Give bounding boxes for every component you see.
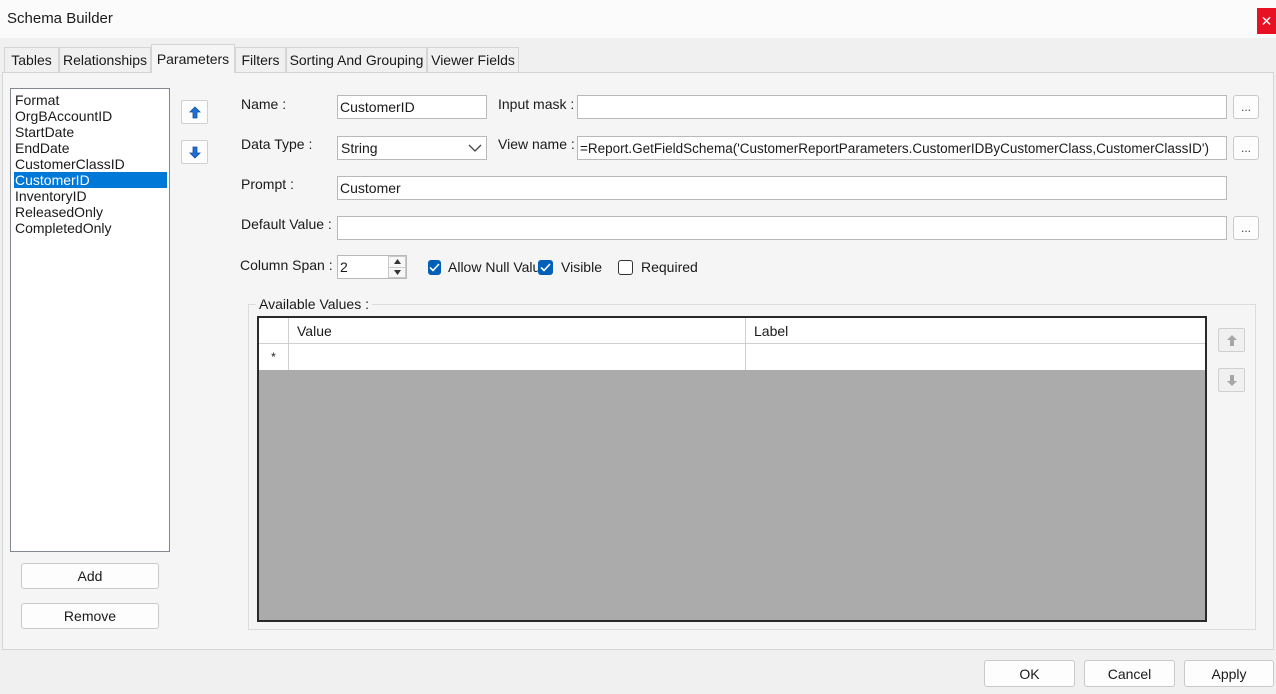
allow-null-checkbox[interactable]: Allow Null Value (428, 259, 540, 275)
view-name-label: View name : (498, 136, 575, 152)
view-name-browse-button[interactable]: ... (1233, 136, 1259, 160)
column-span-spinner[interactable] (388, 256, 406, 278)
data-type-label: Data Type : (241, 136, 313, 152)
list-item[interactable]: EndDate (14, 140, 167, 156)
title-bar (0, 0, 1276, 38)
list-item[interactable]: StartDate (14, 124, 167, 140)
move-up-button[interactable] (181, 100, 208, 124)
list-item[interactable]: CustomerClassID (14, 156, 167, 172)
tab-parameters[interactable]: Parameters (151, 44, 235, 73)
chevron-down-icon (468, 144, 482, 152)
column-header-label[interactable]: Label (746, 318, 1205, 344)
ok-button[interactable]: OK (984, 660, 1075, 687)
grid-header: Value Label (259, 318, 1205, 344)
tab-relationships[interactable]: Relationships (59, 47, 151, 72)
checkbox-checked (428, 259, 441, 275)
input-mask-browse-button[interactable]: ... (1233, 95, 1259, 119)
name-label: Name : (241, 96, 287, 112)
arrow-up-icon (1226, 334, 1237, 346)
new-row-marker: * (259, 344, 289, 370)
checkbox-checked (538, 259, 553, 275)
default-value-browse-button[interactable]: ... (1233, 216, 1259, 240)
check-icon (540, 262, 551, 272)
list-item[interactable]: ReleasedOnly (14, 204, 167, 220)
column-span-value: 2 (340, 259, 348, 275)
parameters-listbox[interactable]: Format OrgBAccountID StartDate EndDate C… (10, 88, 170, 552)
tab-tables[interactable]: Tables (4, 47, 59, 72)
list-item[interactable]: CompletedOnly (14, 220, 167, 236)
prompt-input[interactable]: Customer (337, 176, 1227, 200)
column-span-label: Column Span : (240, 257, 333, 273)
input-mask-label: Input mask : (498, 96, 575, 112)
spin-up-button[interactable] (388, 256, 406, 268)
arrow-up-icon (188, 105, 201, 118)
row-header-corner (259, 318, 289, 344)
grid-move-down-button[interactable] (1218, 368, 1245, 392)
value-cell[interactable] (289, 344, 746, 370)
spin-down-button[interactable] (388, 267, 406, 278)
column-header-value[interactable]: Value (289, 318, 746, 344)
checkbox-unchecked (618, 259, 633, 275)
default-value-label: Default Value : (241, 216, 332, 232)
name-input[interactable]: CustomerID (337, 95, 487, 119)
arrow-down-icon (1226, 374, 1237, 386)
view-name-input[interactable]: =Report.GetFieldSchema('CustomerReportPa… (577, 136, 1227, 160)
apply-button[interactable]: Apply (1184, 660, 1274, 687)
prompt-label: Prompt : (241, 176, 294, 192)
list-item[interactable]: OrgBAccountID (14, 108, 167, 124)
arrow-down-icon (188, 146, 201, 159)
table-row[interactable]: * (259, 344, 1205, 370)
tab-sorting-and-grouping[interactable]: Sorting And Grouping (286, 47, 427, 72)
visible-checkbox[interactable]: Visible (538, 259, 602, 275)
tab-filters[interactable]: Filters (235, 47, 286, 72)
triangle-down-icon (393, 269, 401, 275)
grid-move-up-button[interactable] (1218, 328, 1245, 352)
list-item[interactable]: Format (14, 92, 167, 108)
label-cell[interactable] (746, 344, 1205, 370)
default-value-input[interactable] (337, 216, 1227, 240)
required-checkbox[interactable]: Required (618, 259, 698, 275)
close-icon: ✕ (1260, 12, 1273, 29)
tab-viewer-fields[interactable]: Viewer Fields (427, 47, 519, 72)
move-down-button[interactable] (181, 140, 208, 164)
data-type-value: String (341, 140, 378, 156)
remove-button[interactable]: Remove (21, 603, 159, 629)
list-item-selected[interactable]: CustomerID (14, 172, 167, 188)
list-item[interactable]: InventoryID (14, 188, 167, 204)
close-button[interactable]: ✕ (1257, 8, 1276, 34)
cancel-button[interactable]: Cancel (1084, 660, 1175, 687)
window-title: Schema Builder (7, 10, 113, 27)
triangle-up-icon (393, 259, 401, 265)
add-button[interactable]: Add (21, 563, 159, 589)
check-icon (429, 262, 440, 272)
available-values-title: Available Values : (256, 296, 372, 312)
data-type-select[interactable]: String (337, 136, 487, 160)
available-values-grid[interactable]: Value Label * (257, 316, 1207, 622)
input-mask-input[interactable] (577, 95, 1227, 119)
